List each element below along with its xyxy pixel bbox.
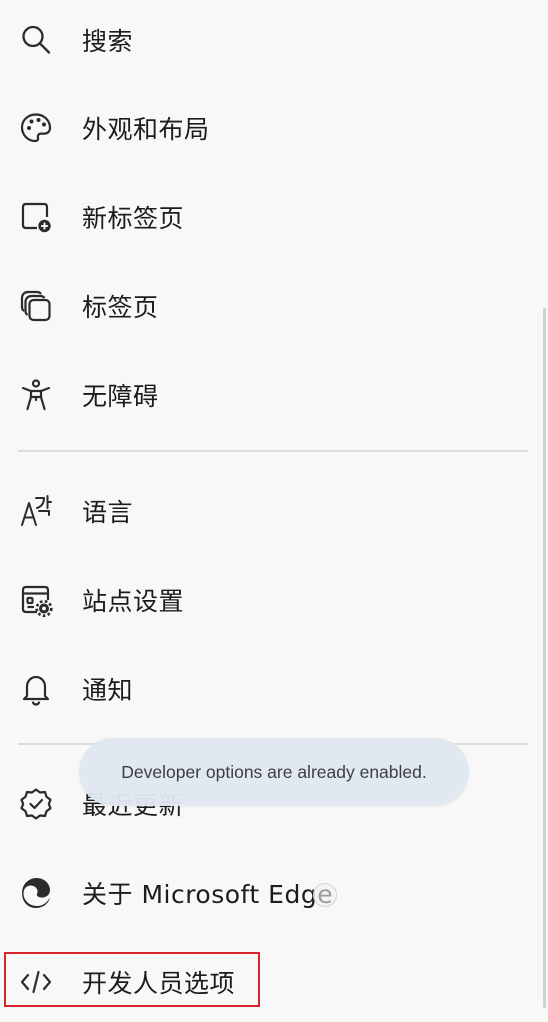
menu-item-label: 通知 — [82, 676, 134, 705]
menu-item-label: 站点设置 — [82, 587, 185, 616]
bell-icon — [18, 671, 54, 707]
menu-item-label: 搜索 — [82, 27, 134, 56]
search-icon — [18, 22, 54, 58]
code-icon — [18, 964, 54, 1000]
menu-item-label: 关于 Microsoft Edge — [82, 880, 334, 909]
section-divider — [18, 450, 528, 452]
verified-badge-icon — [18, 786, 54, 822]
menu-item-search[interactable]: 搜索 — [0, 10, 536, 70]
toast-message: Developer options are already enabled. — [121, 761, 427, 782]
menu-item-label: 外观和布局 — [82, 115, 210, 144]
menu-item-tabs[interactable]: 标签页 — [0, 276, 536, 336]
menu-item-about-edge[interactable]: 关于 Microsoft Edge — [0, 863, 536, 923]
tabs-icon — [18, 288, 54, 324]
site-settings-icon — [18, 582, 54, 618]
menu-item-label: 开发人员选项 — [82, 969, 236, 998]
menu-item-label: 标签页 — [82, 293, 159, 322]
menu-item-label: 新标签页 — [82, 204, 185, 233]
new-tab-icon — [18, 199, 54, 235]
menu-item-accessibility[interactable]: 无障碍 — [0, 365, 536, 425]
toast-notification: Developer options are already enabled. — [79, 738, 469, 806]
scrollbar[interactable] — [543, 308, 546, 1008]
language-icon — [18, 493, 54, 529]
menu-item-appearance[interactable]: 外观和布局 — [0, 98, 536, 158]
settings-screen: 搜索 外观和布局 新标签页 标签页 无障碍 语言 站点设置 通知 关于 Micr… — [0, 0, 548, 1022]
menu-item-new-tab-page[interactable]: 新标签页 — [0, 187, 536, 247]
menu-item-language[interactable]: 语言 — [0, 481, 536, 541]
menu-item-notifications[interactable]: 通知 — [0, 659, 536, 719]
menu-item-label: 无障碍 — [82, 382, 159, 411]
accessibility-icon — [18, 377, 54, 413]
menu-item-label: 语言 — [82, 498, 134, 527]
touch-ripple — [313, 883, 337, 907]
menu-item-site-settings[interactable]: 站点设置 — [0, 570, 536, 630]
menu-item-developer-options[interactable]: 开发人员选项 — [0, 952, 536, 1012]
palette-icon — [18, 110, 54, 146]
edge-logo-icon — [18, 875, 54, 911]
